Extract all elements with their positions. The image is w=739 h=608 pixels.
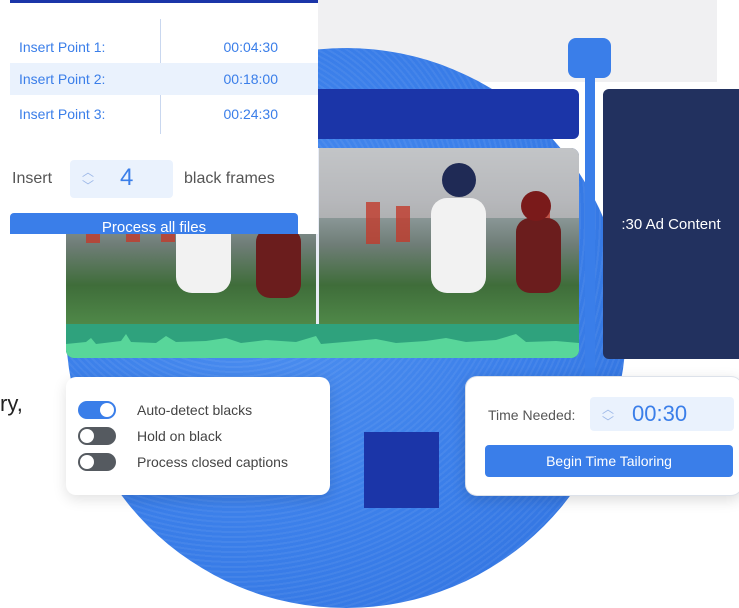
timeline-handle[interactable] (568, 38, 611, 78)
option-auto-detect-blacks[interactable]: Auto-detect blacks (78, 401, 252, 419)
header-bar (312, 89, 579, 139)
time-tailoring-card: Time Needed: ︿ ﹀ 00:30 Begin Time Tailor… (465, 376, 739, 496)
table-row[interactable]: Insert Point 1: 00:04:30 (10, 31, 318, 63)
timeline-track[interactable] (585, 60, 595, 380)
begin-time-tailoring-button[interactable]: Begin Time Tailoring (485, 445, 733, 477)
black-frames-stepper[interactable]: ︿ ﹀ 4 (70, 160, 173, 198)
option-process-closed-captions[interactable]: Process closed captions (78, 453, 288, 471)
auto-detect-toggle[interactable] (78, 401, 116, 419)
process-all-files-button[interactable]: Process all files (10, 213, 298, 234)
chevron-down-icon[interactable]: ﹀ (82, 180, 94, 192)
closed-captions-toggle[interactable] (78, 453, 116, 471)
ad-content-label: :30 Ad Content (621, 215, 721, 233)
black-frames-label: black frames (184, 170, 275, 187)
black-frames-value[interactable]: 4 (120, 164, 133, 192)
insert-label: Insert (12, 170, 53, 187)
insert-frames-card: Insert ︿ ﹀ 4 black frames Process all fi… (0, 134, 318, 234)
decorative-square (364, 432, 439, 508)
hold-on-black-toggle[interactable] (78, 427, 116, 445)
options-card: Auto-detect blacks Hold on black Process… (66, 377, 330, 495)
option-hold-on-black[interactable]: Hold on black (78, 427, 222, 445)
time-needed-stepper[interactable]: ︿ ﹀ 00:30 (590, 397, 734, 431)
audio-waveform (66, 324, 579, 358)
ad-content-panel: :30 Ad Content (603, 89, 739, 359)
chevron-down-icon[interactable]: ﹀ (602, 416, 614, 428)
time-needed-value[interactable]: 00:30 (632, 401, 687, 427)
time-needed-label: Time Needed: (488, 407, 576, 423)
left-text-fragment: ry, (0, 391, 23, 416)
table-row[interactable]: Insert Point 3: 00:24:30 (10, 98, 318, 130)
chevron-up-icon[interactable]: ︿ (602, 403, 614, 415)
table-row[interactable]: Insert Point 2: 00:18:00 (10, 63, 318, 95)
insert-points-table: Insert Point 1: 00:04:30 Insert Point 2:… (10, 0, 318, 137)
chevron-up-icon[interactable]: ︿ (82, 166, 94, 178)
